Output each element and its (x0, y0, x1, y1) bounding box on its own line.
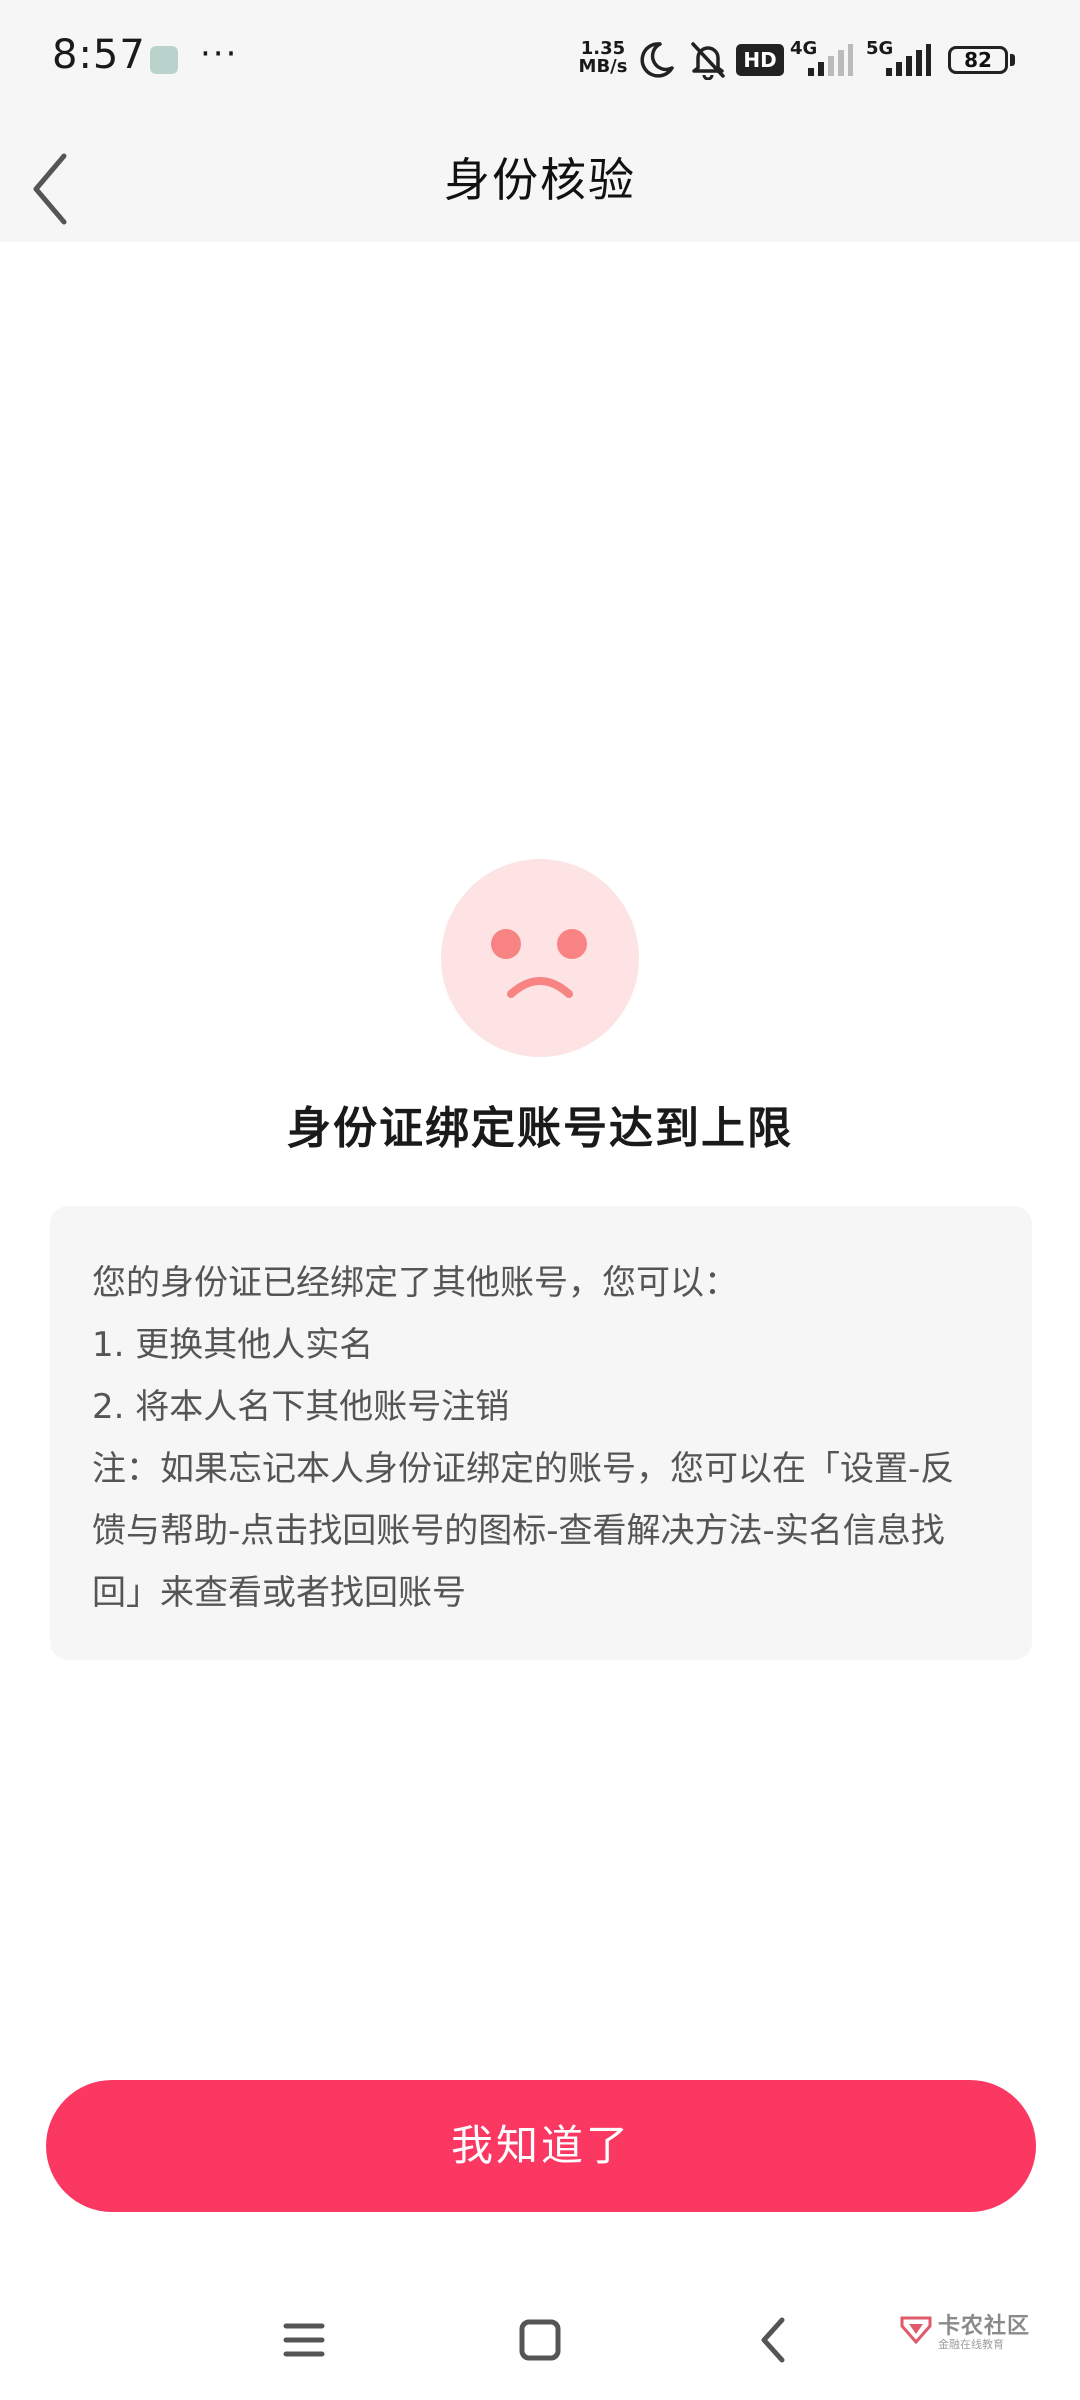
more-notifications-icon: ··· (200, 34, 239, 74)
info-card: 您的身份证已经绑定了其他账号，您可以： 1. 更换其他人实名 2. 将本人名下其… (50, 1206, 1032, 1660)
info-option-1: 1. 更换其他人实名 (92, 1325, 374, 1365)
watermark-subtitle: 金融在线教育 (938, 2338, 1004, 2351)
system-back-button[interactable] (734, 2300, 814, 2380)
moon-icon (640, 42, 674, 78)
hd-voice-badge: HD (736, 44, 784, 76)
info-note-line-1: 注：如果忘记本人身份证绑定的账号，您可以在「设置-反 (92, 1449, 955, 1489)
page-title: 身份核验 (444, 153, 636, 207)
watermark-logo-icon (900, 2316, 932, 2345)
status-time: 8:57 (52, 32, 146, 78)
sad-face-icon (441, 859, 639, 1057)
signal-4g-icon (808, 44, 853, 76)
nav-header: 身份核验 (0, 120, 1080, 242)
info-option-2: 2. 将本人名下其他账号注销 (92, 1387, 510, 1427)
home-square-icon (519, 2319, 561, 2361)
status-bar: 8:57 ··· 1.35 MB/s HD 4G 5G 82 (0, 0, 1080, 120)
notification-app-icon (150, 46, 178, 74)
info-note-line-2: 馈与帮助-点击找回账号的图标-查看解决方法-实名信息找 (92, 1511, 945, 1551)
battery-tip (1010, 54, 1015, 66)
watermark: 卡农社区 金融在线教育 (898, 2308, 1058, 2358)
info-note-line-3: 回」来查看或者找回账号 (92, 1573, 466, 1613)
info-intro: 您的身份证已经绑定了其他账号，您可以： (92, 1263, 738, 1303)
home-button[interactable] (500, 2300, 580, 2380)
signal-5g-icon (886, 44, 931, 76)
mute-bell-icon (691, 42, 725, 80)
system-nav-bar: 卡农社区 金融在线教育 (0, 2280, 1080, 2400)
result-title: 身份证绑定账号达到上限 (287, 1103, 793, 1154)
confirm-button[interactable]: 我知道了 (46, 2080, 1036, 2212)
menu-icon (283, 2323, 325, 2357)
battery-indicator: 82 (948, 46, 1008, 74)
network-speed: 1.35 MB/s (576, 40, 630, 76)
network-speed-unit: MB/s (578, 56, 628, 77)
recent-apps-button[interactable] (264, 2300, 344, 2380)
back-chevron-icon (761, 2317, 785, 2363)
